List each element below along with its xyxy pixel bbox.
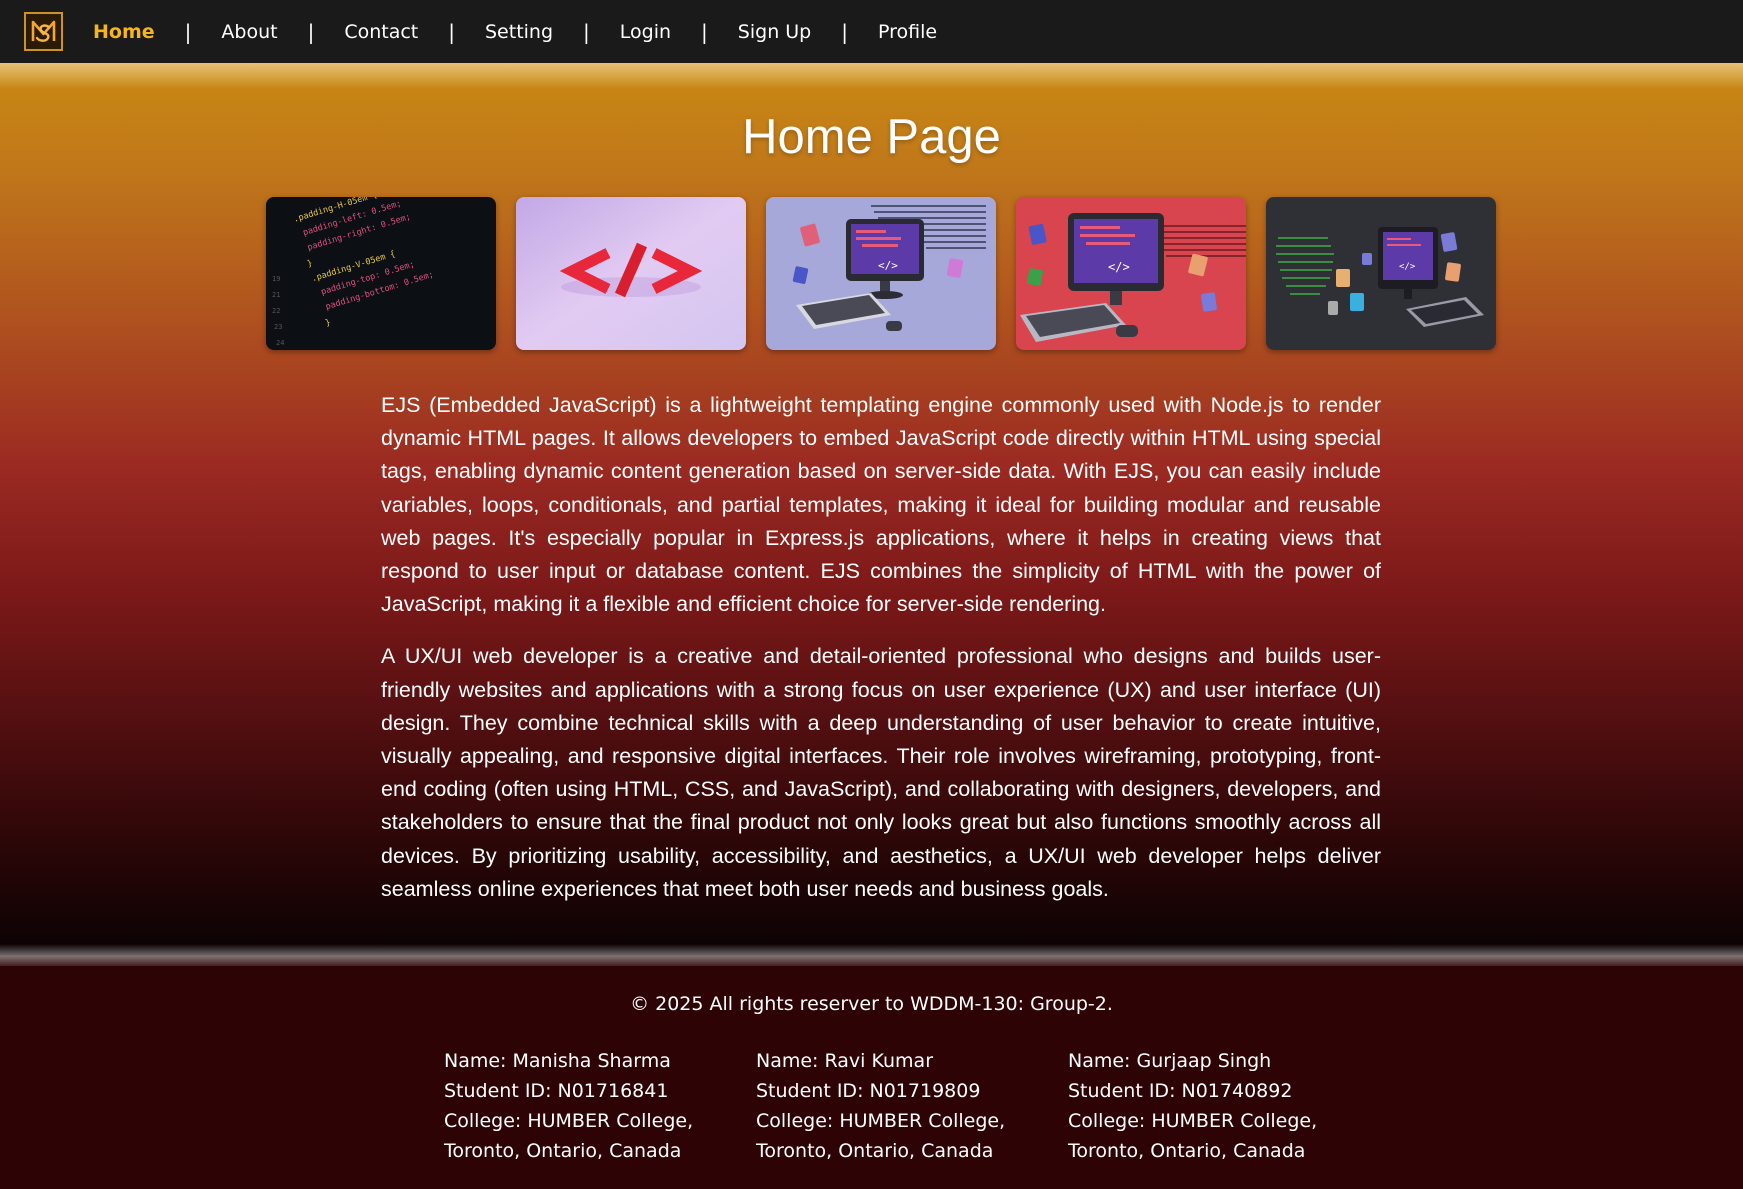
page-title: Home Page (742, 110, 1001, 164)
nav-menu: Home | About | Contact | Setting | Login… (93, 20, 937, 44)
image-gallery: .padding-H-05em { padding-left: 0.5em; p… (266, 197, 1496, 350)
svg-text:21: 21 (272, 291, 280, 299)
nav-separator: | (448, 19, 455, 44)
nav-separator: | (307, 19, 315, 44)
svg-text:22: 22 (272, 307, 280, 315)
article-content: EJS (Embedded JavaScript) is a lightweig… (381, 389, 1381, 925)
member-card: Name: Gurjaap Singh Student ID: N0174089… (1068, 1046, 1368, 1166)
main-content: Home Page .padding-H-05em { padding-left… (0, 63, 1743, 955)
footer-divider (0, 944, 1743, 966)
svg-text:19: 19 (272, 275, 280, 283)
member-card: Name: Ravi Kumar Student ID: N01719809 C… (756, 1046, 1056, 1166)
nav-separator: | (701, 19, 708, 44)
nav-link-about[interactable]: About (221, 21, 277, 43)
member-college: College: HUMBER College, (1068, 1110, 1318, 1132)
copyright-text: © 2025 All rights reserver to WDDM-130: … (630, 993, 1113, 1015)
css-code-image: .padding-H-05em { padding-left: 0.5em; p… (266, 197, 496, 350)
ejs-paragraph: EJS (Embedded JavaScript) is a lightweig… (381, 393, 1381, 617)
code-tag-image (516, 197, 746, 350)
member-student-id: Student ID: N01719809 (756, 1080, 981, 1102)
nav-separator: | (583, 19, 590, 44)
svg-text:</>: </> (1108, 260, 1130, 274)
member-college: College: HUMBER College, (444, 1110, 694, 1132)
nav-link-contact[interactable]: Contact (344, 21, 418, 43)
member-name: Name: Ravi Kumar (756, 1050, 934, 1072)
nav-link-sign-up[interactable]: Sign Up (738, 21, 811, 43)
nav-link-setting[interactable]: Setting (485, 21, 553, 43)
member-location: Toronto, Ontario, Canada (756, 1140, 994, 1162)
member-college: College: HUMBER College, (756, 1110, 1006, 1132)
member-location: Toronto, Ontario, Canada (444, 1140, 682, 1162)
member-location: Toronto, Ontario, Canada (1068, 1140, 1306, 1162)
svg-text:23: 23 (274, 323, 282, 331)
member-card: Name: Manisha Sharma Student ID: N017168… (444, 1046, 744, 1166)
nav-link-profile[interactable]: Profile (878, 21, 937, 43)
member-name: Name: Gurjaap Singh (1068, 1050, 1272, 1072)
member-name: Name: Manisha Sharma (444, 1050, 671, 1072)
nav-separator: | (841, 19, 848, 44)
svg-text:</>: </> (878, 259, 898, 272)
nav-link-home[interactable]: Home (93, 21, 155, 43)
svg-text:</>: </> (1399, 262, 1416, 272)
computer-red-image: </> (1016, 197, 1246, 350)
footer: © 2025 All rights reserver to WDDM-130: … (0, 966, 1743, 1189)
member-student-id: Student ID: N01716841 (444, 1080, 669, 1102)
nav-separator: | (184, 19, 192, 44)
computer-dark-image: </> (1266, 197, 1496, 350)
ux-ui-paragraph: A UX/UI web developer is a creative and … (381, 644, 1381, 901)
computer-lavender-image: </> (766, 197, 996, 350)
ms-monogram-logo-icon[interactable] (24, 12, 63, 51)
navbar: Home | About | Contact | Setting | Login… (0, 0, 1743, 63)
svg-text:24: 24 (276, 339, 284, 347)
nav-link-login[interactable]: Login (620, 21, 671, 43)
member-student-id: Student ID: N01740892 (1068, 1080, 1293, 1102)
